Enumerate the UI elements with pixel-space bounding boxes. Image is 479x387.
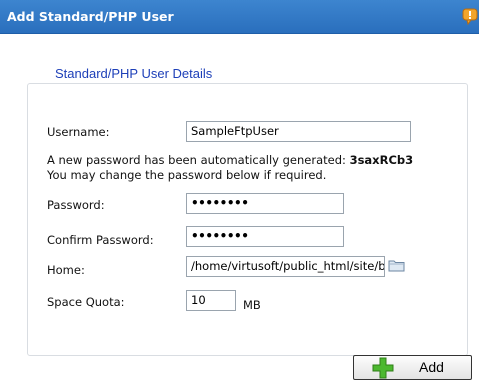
password-field[interactable]: •••••••• [186,193,344,214]
plus-icon [372,357,394,379]
notice-text: A new password has been automatically ge… [47,153,346,167]
space-quota-field[interactable]: 10 [186,290,236,311]
password-label: Password: [47,198,105,212]
generated-password: 3saxRCb3 [349,153,414,167]
add-user-dialog: Add Standard/PHP User Standard/PHP User … [0,0,479,387]
password-notice: A new password has been automatically ge… [47,153,413,167]
quota-unit: MB [243,298,261,312]
folder-icon[interactable] [388,258,406,272]
dialog-title: Add Standard/PHP User [7,9,174,24]
username-label: Username: [47,125,110,139]
help-icon[interactable] [462,8,478,25]
home-label: Home: [47,263,85,277]
dialog-titlebar: Add Standard/PHP User [0,0,479,34]
add-button[interactable]: Add [353,355,472,380]
notice-line-2: You may change the password below if req… [47,168,327,182]
username-field[interactable]: SampleFtpUser [186,121,411,142]
add-button-label: Add [419,359,444,375]
space-quota-label: Space Quota: [47,295,125,309]
confirm-password-label: Confirm Password: [47,233,154,247]
group-title: Standard/PHP User Details [47,66,221,81]
home-field[interactable]: /home/virtusoft/public_html/site/b [186,256,385,277]
confirm-password-field[interactable]: •••••••• [186,226,344,247]
